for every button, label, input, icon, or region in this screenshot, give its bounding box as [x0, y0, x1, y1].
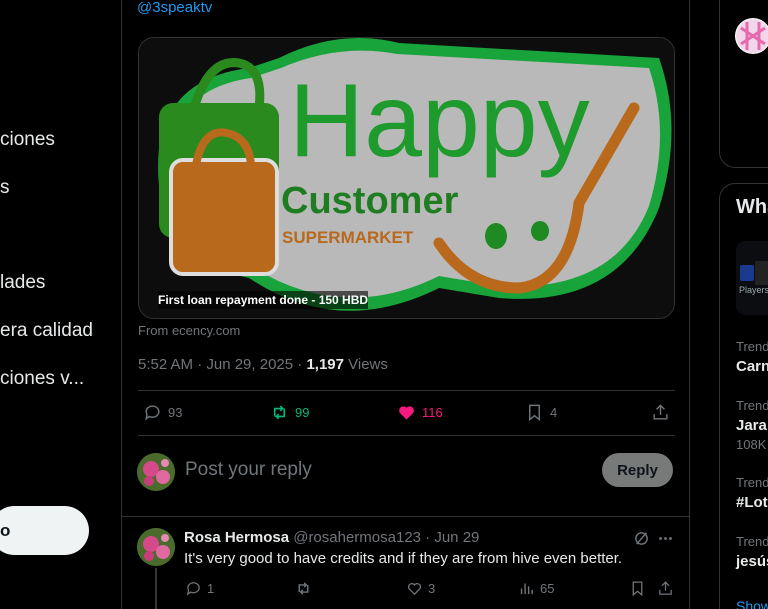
sidebar-avatar[interactable] — [735, 18, 768, 54]
rose-avatar-image — [137, 453, 175, 491]
nav-item-verified-orgs[interactable]: ciones v... — [0, 368, 84, 390]
bookmark-icon[interactable] — [629, 580, 646, 597]
divider — [121, 516, 690, 517]
trend-count: 108K — [736, 437, 767, 452]
nav-item-communities[interactable]: lades — [0, 272, 45, 294]
trend-label: Trend — [736, 398, 768, 413]
analytics-icon — [520, 583, 533, 595]
reply-repost-action[interactable] — [295, 580, 317, 597]
trend-label: Trend — [736, 534, 768, 549]
reply-views-count: 65 — [540, 581, 555, 596]
trend-label: Trend — [736, 339, 768, 354]
repost-count: 99 — [295, 405, 310, 420]
card-title-customer: Customer — [281, 180, 459, 222]
repost-action[interactable]: 99 — [270, 403, 309, 422]
trend-title[interactable]: Jara — [736, 417, 767, 434]
event-thumbnail-label: Players — [739, 285, 768, 295]
grok-icon[interactable] — [633, 530, 650, 547]
reply-author-avatar[interactable] — [137, 528, 175, 566]
views-label: Views — [343, 356, 388, 373]
reply-views-action[interactable]: 65 — [518, 580, 554, 597]
compose-avatar[interactable] — [137, 453, 175, 491]
bookmark-action[interactable]: 4 — [525, 403, 557, 422]
post-button[interactable]: o — [0, 506, 89, 555]
reply-reply-action[interactable]: 1 — [185, 580, 214, 597]
heart-icon — [399, 406, 414, 420]
nfl-players-image — [736, 241, 768, 315]
share-icon — [653, 404, 668, 420]
post-meta: 5:52 AM · Jun 29, 2025 · 1,197 Views — [138, 356, 388, 373]
post-timestamp[interactable]: 5:52 AM · Jun 29, 2025 · — [138, 356, 306, 373]
trend-title[interactable]: Carn — [736, 358, 768, 375]
card-image: Happy Customer SUPERMARKET — [139, 38, 674, 318]
reply-author-name[interactable]: Rosa Hermosa — [184, 529, 289, 546]
repost-icon — [273, 405, 286, 420]
bookmark-icon — [529, 404, 540, 422]
bookmark-count: 4 — [550, 405, 558, 420]
pattern-avatar-image — [736, 19, 768, 53]
trend-title[interactable]: jesús — [736, 553, 768, 570]
repost-icon — [298, 582, 309, 595]
whats-happening-title: Wha — [736, 196, 768, 218]
trend-title[interactable]: #Lot — [736, 494, 768, 511]
nav-item-premium[interactable]: era calidad — [0, 320, 93, 342]
reply-reply-count: 1 — [207, 581, 215, 596]
reply-button[interactable]: Reply — [602, 453, 673, 487]
more-icon[interactable] — [657, 530, 674, 547]
mention-link[interactable]: @3speaktv — [137, 2, 212, 22]
like-count: 116 — [422, 405, 443, 420]
like-action[interactable]: 116 — [397, 403, 443, 422]
source-link[interactable]: From ecency.com — [138, 323, 240, 338]
reply-action[interactable]: 93 — [143, 403, 182, 422]
rose-avatar-image — [137, 528, 175, 566]
reply-icon — [186, 582, 200, 596]
event-thumbnail[interactable]: Players — [736, 241, 768, 315]
card-caption: First loan repayment done - 150 HBD — [158, 291, 369, 309]
reply-author-handle[interactable]: @rosahermosa123 · Jun 29 — [289, 529, 479, 546]
card-title-happy: Happy — [289, 63, 590, 179]
reply-like-action[interactable]: 3 — [406, 580, 435, 597]
share-action[interactable] — [651, 403, 670, 422]
nav-item-notifications[interactable]: ciones — [0, 129, 55, 151]
reply-text: It's very good to have credits and if th… — [184, 550, 623, 567]
reply-like-count: 3 — [428, 581, 436, 596]
reply-input[interactable]: Post your reply — [185, 459, 312, 481]
show-more-link[interactable]: Show — [736, 598, 768, 609]
heart-icon — [407, 582, 422, 596]
share-icon[interactable] — [657, 580, 674, 597]
link-card[interactable]: Happy Customer SUPERMARKET First loan re… — [138, 37, 675, 319]
reply-icon — [145, 405, 160, 421]
reply-count: 93 — [168, 405, 183, 420]
trend-label: Trend — [736, 475, 768, 490]
nav-item-lists[interactable]: s — [0, 177, 10, 199]
reply-header: Rosa Hermosa @rosahermosa123 · Jun 29 — [184, 529, 479, 546]
views-count: 1,197 — [306, 356, 344, 373]
thread-line — [155, 568, 157, 609]
divider — [138, 390, 675, 391]
divider — [138, 435, 675, 436]
card-subtitle: SUPERMARKET — [282, 228, 414, 247]
